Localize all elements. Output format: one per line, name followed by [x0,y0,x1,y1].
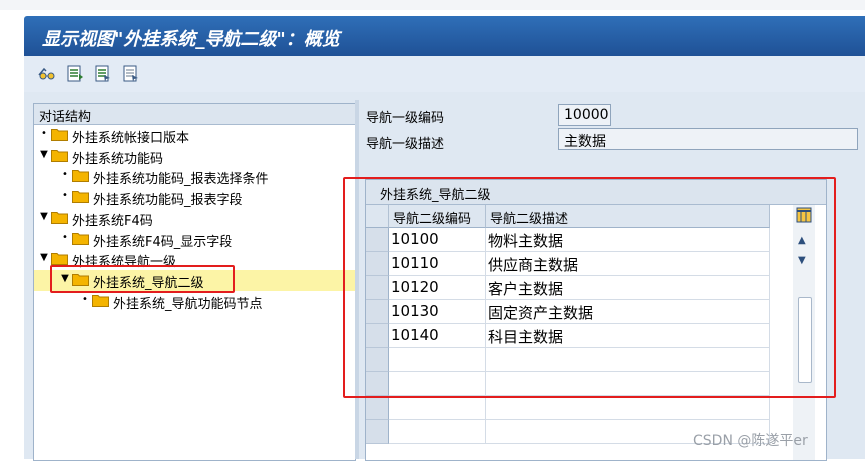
nav-level1-desc-value: 主数据 [564,134,606,150]
expanded-arrow-icon[interactable]: ▼ [39,149,49,160]
title-bar: 显示视图"外挂系统_导航二级"：概览 [24,16,865,56]
leaf-bullet-icon: • [82,293,88,305]
nav-level1-code-value: 10000 [564,107,609,123]
tree-node-label: 外挂系统功能码 [72,151,164,167]
folder-icon [72,232,89,245]
nav-level1-desc-label: 导航一级描述 [366,137,445,152]
annotation-box-table [343,177,836,398]
cell-code [389,396,486,420]
display-icon[interactable] [66,65,84,83]
annotation-box-tree [50,265,235,293]
application-toolbar [24,56,865,93]
deselect-icon[interactable] [122,65,140,83]
tree-node-label: 外挂系统_导航功能码节点 [113,296,263,312]
tree-header: 对话结构 [34,104,355,125]
tree-header-label: 对话结构 [39,110,92,125]
select-all-icon[interactable] [94,65,112,83]
folder-icon [51,149,68,162]
top-strip [0,0,865,10]
tree-node-label: 外挂系统F4码_显示字段 [93,234,233,250]
cell-code [389,420,486,444]
folder-icon [72,191,89,204]
leaf-bullet-icon: • [62,190,68,202]
screen-title: 显示视图"外挂系统_导航二级"：概览 [42,29,340,50]
tree-node-label: 外挂系统F4码 [72,213,153,229]
folder-icon [51,129,68,141]
tree-node-label: 外挂系统功能码_报表字段 [93,193,243,209]
glasses-icon[interactable] [38,65,56,83]
row-selector[interactable] [366,396,389,420]
nav-level1-code-label: 导航一级编码 [366,111,445,126]
folder-icon [72,170,89,183]
nav-level1-desc-field[interactable]: 主数据 [558,128,858,150]
expanded-arrow-icon[interactable]: ▼ [39,211,49,222]
folder-icon [92,294,109,307]
leaf-bullet-icon: • [41,128,47,139]
folder-icon [51,211,68,224]
tree-node-label: 外挂系统帐接口版本 [72,131,190,146]
row-selector[interactable] [366,420,389,444]
folder-icon [51,253,68,266]
leaf-bullet-icon: • [62,169,68,181]
tree-node-label: 外挂系统功能码_报表选择条件 [93,172,269,188]
watermark: CSDN @陈遂平er [693,433,808,449]
expanded-arrow-icon[interactable]: ▼ [39,252,49,263]
cell-desc [486,396,770,420]
nav-level1-code-field[interactable]: 10000 [558,104,611,126]
leaf-bullet-icon: • [62,231,68,243]
